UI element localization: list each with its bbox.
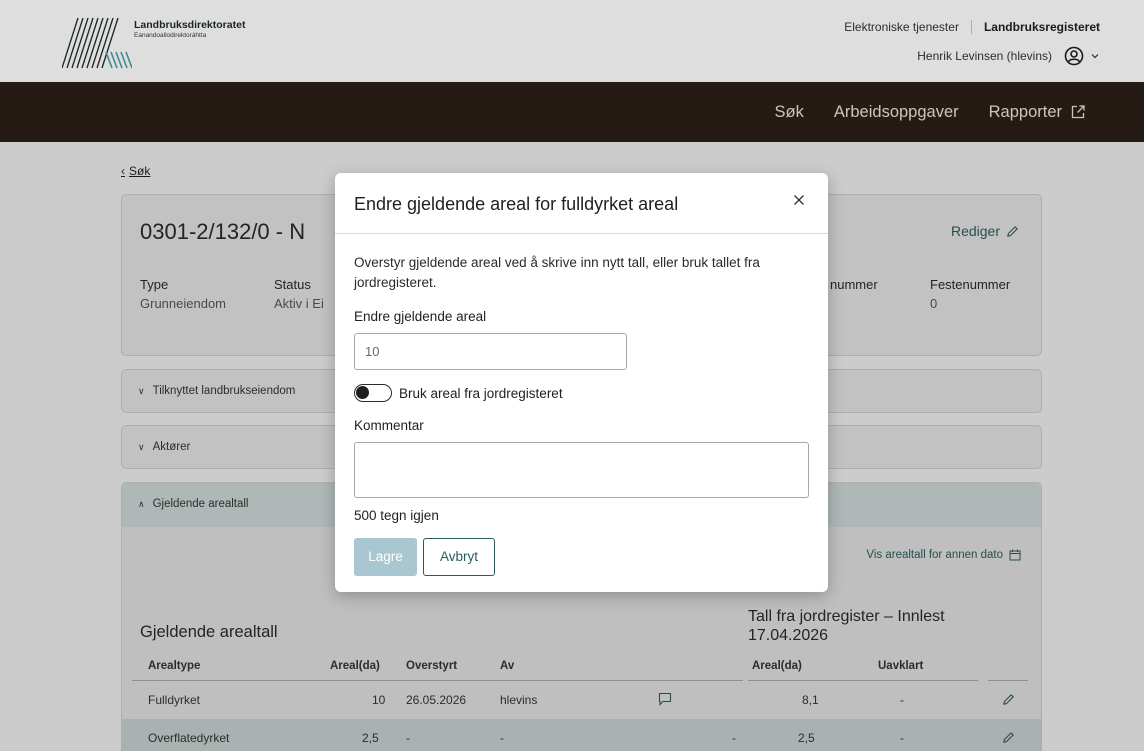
toggle-switch[interactable] [354, 384, 392, 402]
comment-label: Kommentar [354, 418, 424, 433]
toggle-label: Bruk areal fra jordregisteret [399, 385, 563, 401]
comment-textarea[interactable] [354, 442, 809, 498]
area-field-label: Endre gjeldende areal [354, 309, 487, 324]
jordregister-toggle[interactable]: Bruk areal fra jordregisteret [354, 384, 563, 402]
characters-remaining: 500 tegn igjen [354, 508, 439, 523]
close-icon[interactable] [792, 193, 806, 207]
toggle-knob [356, 386, 369, 399]
dialog-title: Endre gjeldende areal for fulldyrket are… [354, 194, 679, 214]
cancel-button[interactable]: Avbryt [423, 538, 495, 576]
dialog-description: Overstyr gjeldende areal ved å skrive in… [354, 255, 760, 290]
save-button[interactable]: Lagre [354, 538, 417, 576]
area-input[interactable]: 10 [354, 333, 627, 370]
dialog-header: Endre gjeldende areal for fulldyrket are… [335, 173, 828, 234]
edit-area-dialog: Endre gjeldende areal for fulldyrket are… [335, 173, 828, 592]
